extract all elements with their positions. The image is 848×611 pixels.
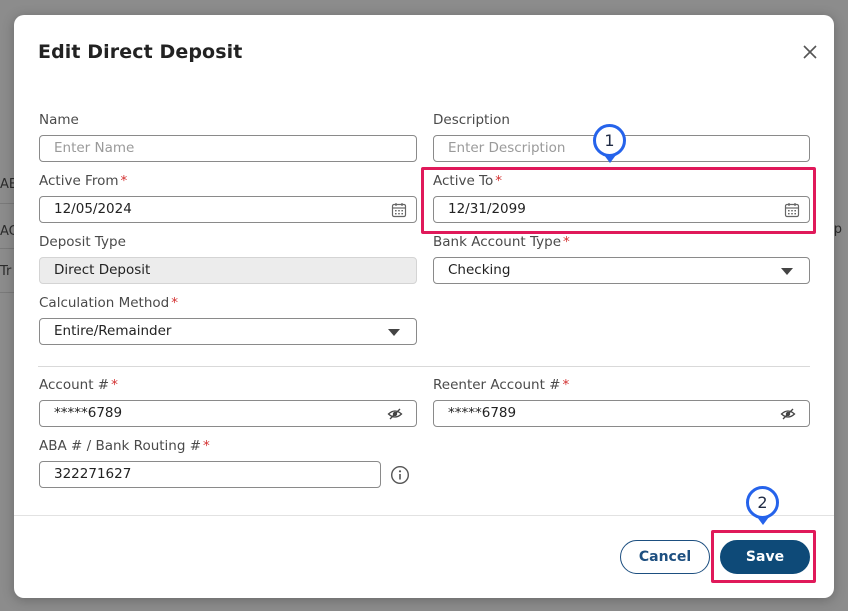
required-marker: * bbox=[562, 377, 570, 393]
eye-slash-icon[interactable] bbox=[387, 406, 403, 422]
background-divider bbox=[0, 248, 14, 249]
required-marker: * bbox=[111, 377, 118, 393]
required-marker: * bbox=[171, 295, 178, 311]
routing-number-label: ABA # / Bank Routing # * bbox=[39, 438, 210, 454]
active-from-value: 12/05/2024 bbox=[54, 201, 132, 217]
background-divider bbox=[0, 292, 14, 293]
close-icon bbox=[803, 45, 817, 59]
calculation-method-label: Calculation Method * bbox=[39, 295, 178, 311]
bank-account-type-label: Bank Account Type * bbox=[433, 234, 570, 250]
chevron-down-icon bbox=[388, 329, 400, 336]
active-from-field[interactable]: 12/05/2024 bbox=[39, 196, 417, 223]
bank-account-type-value: Checking bbox=[448, 262, 511, 278]
routing-number-field[interactable]: 322271627 bbox=[39, 461, 381, 488]
background-text: Tr bbox=[0, 264, 12, 279]
name-input[interactable] bbox=[54, 136, 380, 161]
deposit-type-label: Deposit Type bbox=[39, 234, 126, 250]
account-number-label: Account # * bbox=[39, 377, 118, 393]
required-marker: * bbox=[120, 173, 128, 189]
callout-pointer bbox=[604, 155, 616, 163]
account-number-value: *****6789 bbox=[54, 405, 123, 421]
cancel-button[interactable]: Cancel bbox=[620, 540, 710, 574]
reenter-account-field[interactable]: *****6789 bbox=[433, 400, 810, 427]
routing-number-value: 322271627 bbox=[54, 466, 132, 482]
section-divider bbox=[38, 366, 810, 367]
calendar-icon[interactable] bbox=[391, 202, 407, 218]
calculation-method-value: Entire/Remainder bbox=[54, 323, 172, 339]
info-icon[interactable] bbox=[390, 465, 410, 485]
name-label: Name bbox=[39, 112, 79, 128]
background-text: p bbox=[833, 222, 842, 237]
edit-direct-deposit-dialog: Edit Direct Deposit Name Description Act… bbox=[14, 15, 834, 598]
active-to-highlight bbox=[421, 167, 816, 234]
step-callout-2: 2 bbox=[746, 486, 779, 519]
chevron-down-icon bbox=[781, 268, 793, 275]
step-callout-1: 1 bbox=[593, 124, 626, 157]
dialog-title: Edit Direct Deposit bbox=[38, 41, 243, 63]
active-from-label: Active From * bbox=[39, 173, 128, 189]
bank-account-type-select[interactable]: Checking bbox=[433, 257, 810, 284]
footer-divider bbox=[14, 515, 834, 516]
calculation-method-select[interactable]: Entire/Remainder bbox=[39, 318, 417, 345]
deposit-type-value: Direct Deposit bbox=[54, 262, 151, 278]
background-divider bbox=[0, 203, 14, 204]
eye-slash-icon[interactable] bbox=[780, 406, 796, 422]
save-highlight bbox=[711, 530, 816, 583]
reenter-account-value: *****6789 bbox=[448, 405, 517, 421]
account-number-field[interactable]: *****6789 bbox=[39, 400, 417, 427]
close-button[interactable] bbox=[800, 42, 820, 62]
name-field[interactable] bbox=[39, 135, 417, 162]
required-marker: * bbox=[203, 438, 210, 454]
required-marker: * bbox=[563, 234, 570, 250]
description-label: Description bbox=[433, 112, 510, 128]
deposit-type-field: Direct Deposit bbox=[39, 257, 417, 284]
reenter-account-label: Reenter Account # * bbox=[433, 377, 570, 393]
callout-pointer bbox=[757, 517, 769, 525]
